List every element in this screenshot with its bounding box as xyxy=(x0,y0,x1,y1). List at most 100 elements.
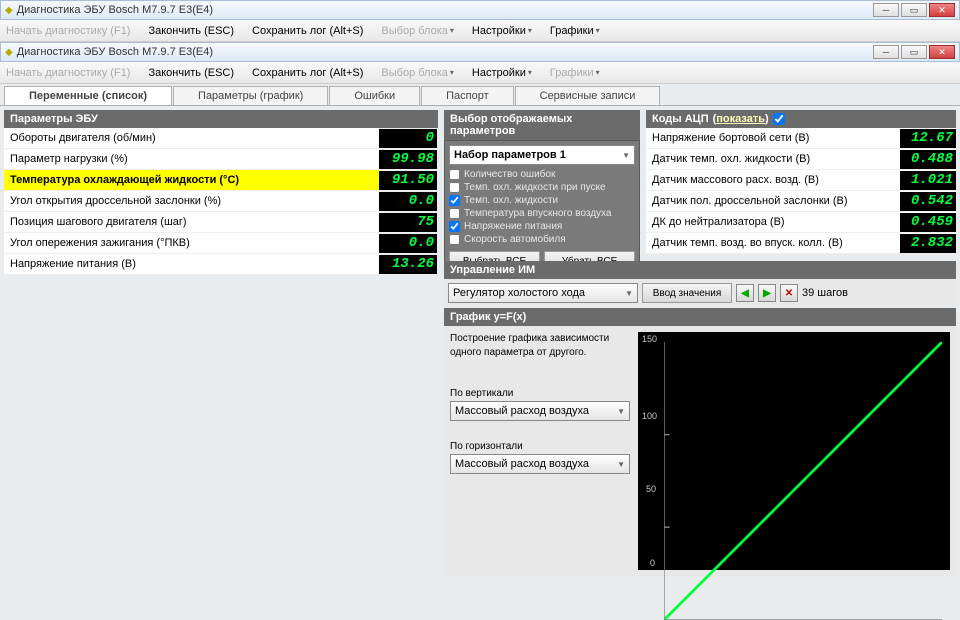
check-label: Темп. охл. жидкости xyxy=(464,195,558,206)
menu-finish-inner[interactable]: Закончить (ESC) xyxy=(148,67,234,79)
y-tick-50: 50 xyxy=(646,484,656,494)
menu-block-inner: Выбор блока▾ xyxy=(381,67,454,79)
im-header: Управление ИМ xyxy=(444,261,956,279)
ecu-row[interactable]: Параметр нагрузки (%)99.98 xyxy=(4,149,438,170)
tab-errors[interactable]: Ошибки xyxy=(329,86,420,105)
menu-charts-inner: Графики▾ xyxy=(550,67,600,79)
menu-block: Выбор блока▾ xyxy=(381,25,454,37)
ecu-row-value: 13.26 xyxy=(379,255,437,274)
check-label: Скорость автомобиля xyxy=(464,234,566,245)
minimize-button-inner[interactable]: ─ xyxy=(873,45,899,59)
ecu-row-value: 75 xyxy=(379,213,437,232)
checkbox[interactable] xyxy=(449,169,460,180)
chevron-down-icon: ▼ xyxy=(617,460,625,469)
adc-row: Датчик массового расх. возд. (В)1.021 xyxy=(646,170,956,191)
checkbox[interactable] xyxy=(449,182,460,193)
im-enter-button[interactable]: Ввод значения xyxy=(642,283,732,303)
tab-variables-list[interactable]: Переменные (список) xyxy=(4,86,172,105)
adc-row-value: 0.459 xyxy=(900,213,956,232)
menu-savelog[interactable]: Сохранить лог (Alt+S) xyxy=(252,25,363,37)
ecu-row-label: Угол открытия дроссельной заслонки (%) xyxy=(4,191,379,211)
im-cancel-button[interactable]: ✕ xyxy=(780,284,798,302)
menu-settings[interactable]: Настройки▾ xyxy=(472,25,532,37)
adc-row-label: Датчик темп. возд. во впуск. колл. (В) xyxy=(646,237,900,249)
adc-row-value: 0.488 xyxy=(900,150,956,169)
param-check-item[interactable]: Скорость автомобиля xyxy=(449,234,635,245)
menu-finish[interactable]: Закончить (ESC) xyxy=(148,25,234,37)
menu-savelog-inner[interactable]: Сохранить лог (Alt+S) xyxy=(252,67,363,79)
tab-service[interactable]: Сервисные записи xyxy=(515,86,661,105)
ecu-params-list: Обороты двигателя (об/мин)0Параметр нагр… xyxy=(4,128,438,275)
menu-start: Начать диагностику (F1) xyxy=(6,25,130,37)
tab-passport[interactable]: Паспорт xyxy=(421,86,514,105)
y-tick-100: 100 xyxy=(642,411,657,421)
checkbox[interactable] xyxy=(449,234,460,245)
ecu-row-label: Позиция шагового двигателя (шаг) xyxy=(4,212,379,232)
chevron-down-icon: ▼ xyxy=(622,151,630,160)
adc-row: Датчик пол. дроссельной заслонки (В)0.54… xyxy=(646,191,956,212)
checkbox[interactable] xyxy=(449,221,460,232)
im-select[interactable]: Регулятор холостого хода ▼ xyxy=(448,283,638,303)
adc-list: Напряжение бортовой сети (В)12.67Датчик … xyxy=(646,128,956,254)
im-next-button[interactable]: ▶ xyxy=(758,284,776,302)
adc-title: Коды АЦП xyxy=(652,113,709,125)
menu-settings-inner[interactable]: Настройки▾ xyxy=(472,67,532,79)
adc-row-label: Датчик пол. дроссельной заслонки (В) xyxy=(646,195,900,207)
minimize-button[interactable]: ─ xyxy=(873,3,899,17)
ecu-row-value: 0.0 xyxy=(379,234,437,253)
im-prev-button[interactable]: ◀ xyxy=(736,284,754,302)
menubar-inner: Начать диагностику (F1) Закончить (ESC) … xyxy=(0,62,960,84)
adc-row: Датчик темп. возд. во впуск. колл. (В)2.… xyxy=(646,233,956,254)
window-title-inner: Диагностика ЭБУ Bosch M7.9.7 E3(E4) xyxy=(17,46,213,58)
chevron-down-icon: ▼ xyxy=(617,407,625,416)
ecu-row-label: Угол опережения зажигания (°ПКВ) xyxy=(4,233,379,253)
checkbox[interactable] xyxy=(449,208,460,219)
graph-vert-label: По вертикали xyxy=(450,388,630,399)
ecu-row[interactable]: Напряжение питания (В)13.26 xyxy=(4,254,438,275)
display-params-box: Набор параметров 1 ▼ Количество ошибок Те… xyxy=(444,140,640,276)
menu-charts[interactable]: Графики▾ xyxy=(550,25,600,37)
close-button-inner[interactable]: ✕ xyxy=(929,45,955,59)
ecu-row[interactable]: Обороты двигателя (об/мин)0 xyxy=(4,128,438,149)
graph-vert-select[interactable]: Массовый расход воздуха ▼ xyxy=(450,401,630,421)
check-label: Напряжение питания xyxy=(464,221,562,232)
menu-start-inner: Начать диагностику (F1) xyxy=(6,67,130,79)
check-label: Температура впускного воздуха xyxy=(464,208,612,219)
ecu-row[interactable]: Угол открытия дроссельной заслонки (%)0.… xyxy=(4,191,438,212)
window-title: Диагностика ЭБУ Bosch M7.9.7 E3(E4) xyxy=(17,4,213,16)
param-check-item[interactable]: Темп. охл. жидкости xyxy=(449,195,635,206)
adc-show-link[interactable]: показать xyxy=(716,113,765,125)
ecu-row[interactable]: Позиция шагового двигателя (шаг)75 xyxy=(4,212,438,233)
maximize-button[interactable]: ▭ xyxy=(901,3,927,17)
adc-row-value: 0.542 xyxy=(900,192,956,211)
checkbox[interactable] xyxy=(449,195,460,206)
im-row: Регулятор холостого хода ▼ Ввод значения… xyxy=(444,279,956,307)
param-set-dropdown[interactable]: Набор параметров 1 ▼ xyxy=(449,145,635,165)
param-check-item[interactable]: Напряжение питания xyxy=(449,221,635,232)
ecu-row[interactable]: Температура охлаждающей жидкости (°C)91.… xyxy=(4,170,438,191)
adc-row-value: 12.67 xyxy=(900,129,956,148)
adc-row: ДК до нейтрализатора (В)0.459 xyxy=(646,212,956,233)
y-tick-150: 150 xyxy=(642,334,657,344)
ecu-row-label: Параметр нагрузки (%) xyxy=(4,149,379,169)
adc-checkbox[interactable] xyxy=(773,113,785,125)
tab-parameters-chart[interactable]: Параметры (график) xyxy=(173,86,328,105)
menubar-outer: Начать диагностику (F1) Закончить (ESC) … xyxy=(0,20,960,42)
chevron-down-icon: ▼ xyxy=(625,289,633,298)
ecu-row-value: 99.98 xyxy=(379,150,437,169)
y-tick-0: 0 xyxy=(650,558,655,568)
param-check-item[interactable]: Количество ошибок xyxy=(449,169,635,180)
ecu-params-header: Параметры ЭБУ xyxy=(4,110,438,128)
check-label: Темп. охл. жидкости при пуске xyxy=(464,182,606,193)
ecu-row-label: Напряжение питания (В) xyxy=(4,254,379,274)
param-check-item[interactable]: Темп. охл. жидкости при пуске xyxy=(449,182,635,193)
maximize-button-inner[interactable]: ▭ xyxy=(901,45,927,59)
window-titlebar-outer: ◆ Диагностика ЭБУ Bosch M7.9.7 E3(E4) ─ … xyxy=(0,0,960,20)
close-button[interactable]: ✕ xyxy=(929,3,955,17)
graph-horiz-value: Массовый расход воздуха xyxy=(455,458,589,470)
ecu-row[interactable]: Угол опережения зажигания (°ПКВ)0.0 xyxy=(4,233,438,254)
adc-row-label: Датчик массового расх. возд. (В) xyxy=(646,174,900,186)
adc-row-value: 2.832 xyxy=(900,234,956,253)
graph-horiz-select[interactable]: Массовый расход воздуха ▼ xyxy=(450,454,630,474)
param-check-item[interactable]: Температура впускного воздуха xyxy=(449,208,635,219)
